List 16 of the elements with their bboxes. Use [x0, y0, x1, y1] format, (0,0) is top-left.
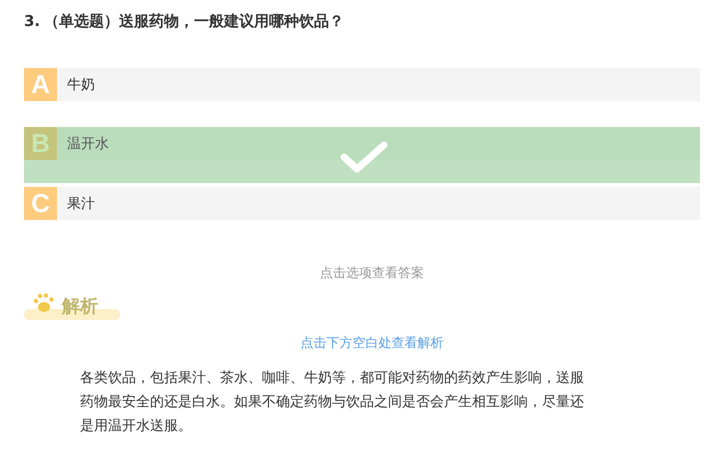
answer-hint: 点击选项查看答案: [320, 265, 424, 282]
question-text: （单选题）送服药物，一般建议用哪种饮品？: [44, 11, 344, 32]
option-item[interactable]: C 果汁: [24, 187, 700, 220]
option-letter: C: [24, 187, 57, 220]
option-text: 牛奶: [67, 76, 95, 94]
paw-icon: [32, 292, 56, 314]
analysis-heading: 解析: [62, 295, 98, 319]
question-number: 3.: [24, 11, 40, 32]
option-letter: B: [24, 127, 57, 160]
option-item[interactable]: B 温开水: [24, 127, 700, 183]
option-letter: A: [24, 68, 57, 101]
option-text: 温开水: [67, 134, 109, 152]
option-text: 果汁: [67, 194, 95, 212]
option-item[interactable]: A 牛奶: [24, 68, 700, 101]
check-icon: [339, 140, 389, 174]
analysis-text: 各类饮品，包括果汁、茶水、咖啡、牛奶等，都可能对药物的药效产生影响，送服药物最安全的还是白水。如果不确定药物与饮品之间是否会产生相互影响，尽量还是用温开水送服。: [80, 369, 585, 436]
